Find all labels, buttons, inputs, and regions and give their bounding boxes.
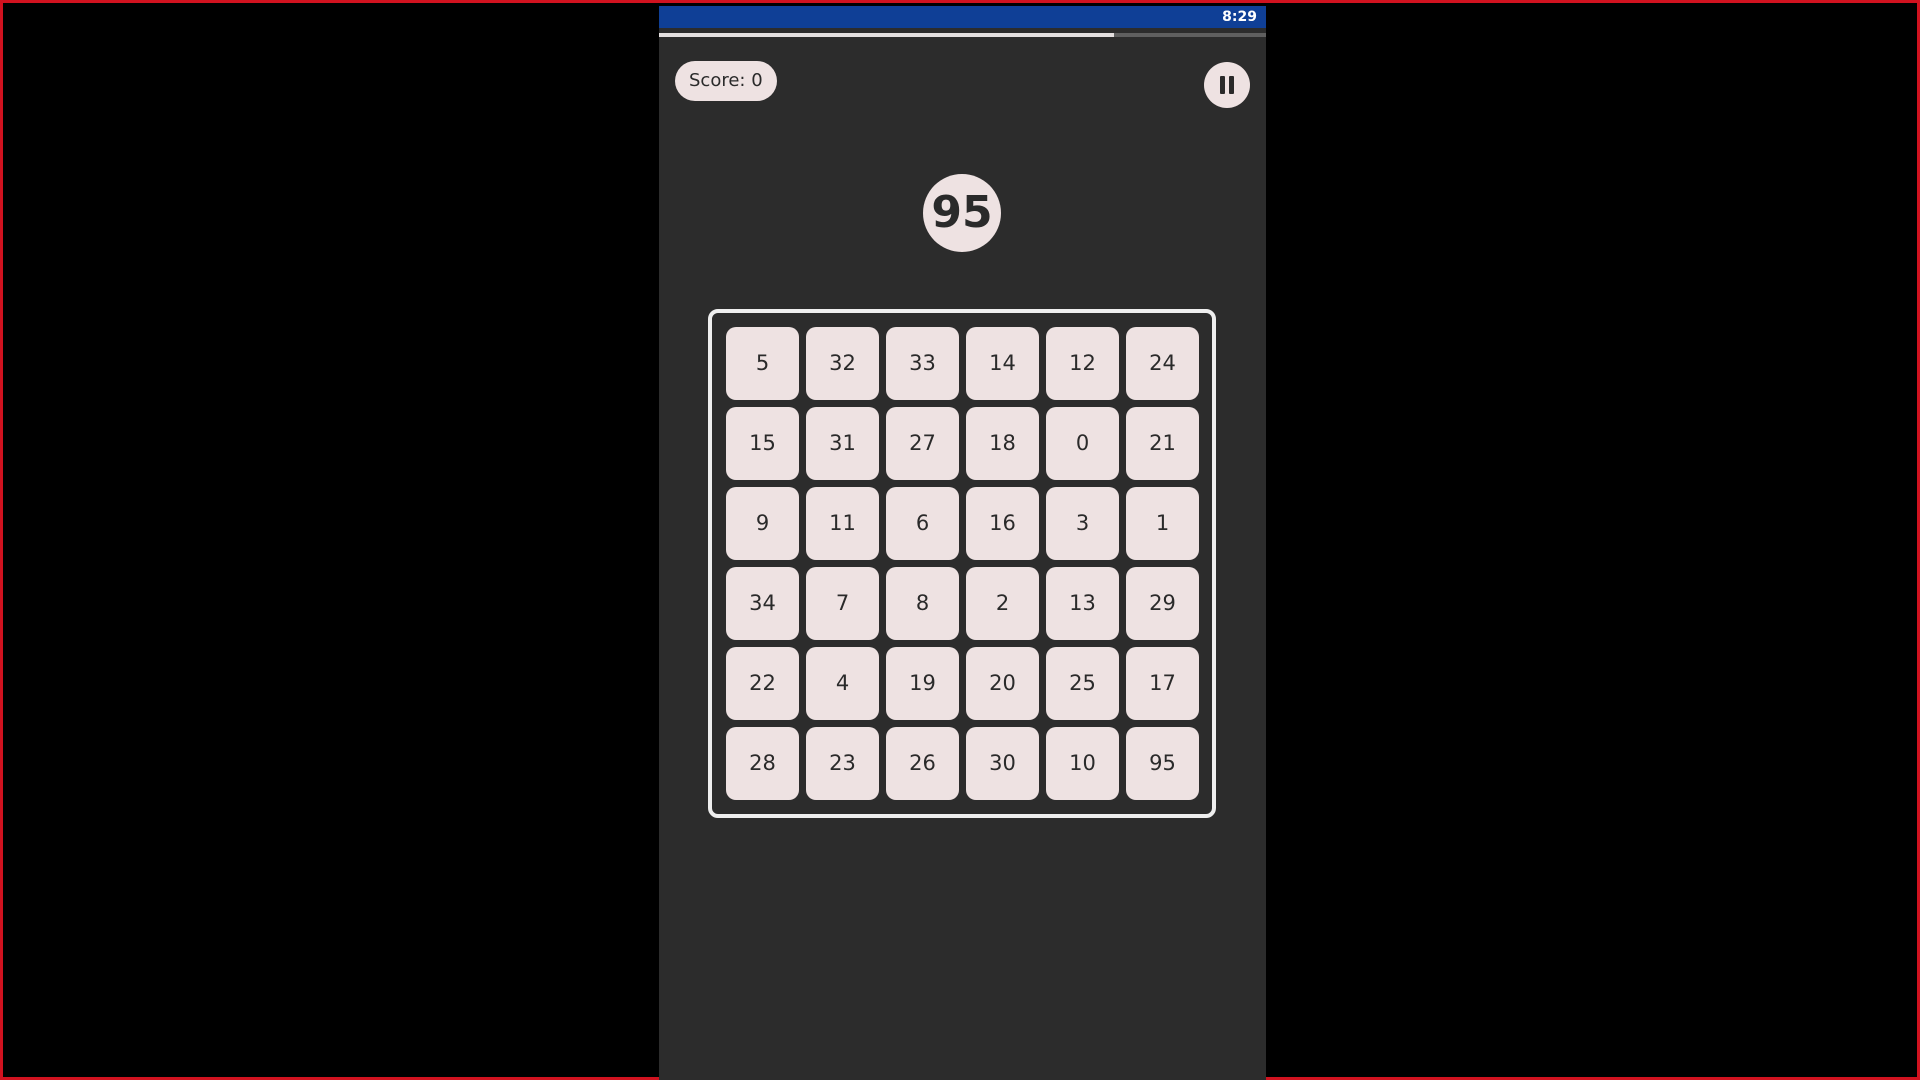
number-tile[interactable]: 11 xyxy=(806,487,879,560)
number-tile[interactable]: 26 xyxy=(886,727,959,800)
screen-frame: 8:29 Score: 0 95 5 32 33 14 12 24 15 31 27 18 0 21 9… xyxy=(0,0,1920,1080)
target-number: 95 xyxy=(923,174,1001,252)
number-tile[interactable]: 16 xyxy=(966,487,1039,560)
number-tile[interactable]: 30 xyxy=(966,727,1039,800)
number-tile[interactable]: 1 xyxy=(1126,487,1199,560)
number-tile[interactable]: 13 xyxy=(1046,567,1119,640)
number-tile[interactable]: 24 xyxy=(1126,327,1199,400)
tile-grid: 5 32 33 14 12 24 15 31 27 18 0 21 9 11 6 16 3 1 34 7 8 2 13 29 2… xyxy=(726,327,1199,800)
number-tile[interactable]: 7 xyxy=(806,567,879,640)
pause-icon xyxy=(1220,76,1234,94)
number-tile[interactable]: 19 xyxy=(886,647,959,720)
score-display: Score: 0 xyxy=(675,61,777,101)
number-board: 5 32 33 14 12 24 15 31 27 18 0 21 9 11 6 16 3 1 34 7 8 2 13 29 2… xyxy=(708,309,1216,818)
number-tile[interactable]: 12 xyxy=(1046,327,1119,400)
number-tile[interactable]: 28 xyxy=(726,727,799,800)
number-tile[interactable]: 3 xyxy=(1046,487,1119,560)
number-tile[interactable]: 10 xyxy=(1046,727,1119,800)
number-tile[interactable]: 32 xyxy=(806,327,879,400)
number-tile[interactable]: 8 xyxy=(886,567,959,640)
number-tile[interactable]: 14 xyxy=(966,327,1039,400)
number-tile[interactable]: 9 xyxy=(726,487,799,560)
number-tile[interactable]: 4 xyxy=(806,647,879,720)
number-tile[interactable]: 95 xyxy=(1126,727,1199,800)
timer-progress-bar xyxy=(659,33,1266,37)
number-tile[interactable]: 5 xyxy=(726,327,799,400)
timer-progress-fill xyxy=(659,33,1115,37)
status-time: 8:29 xyxy=(1222,9,1257,25)
number-tile[interactable]: 15 xyxy=(726,407,799,480)
number-tile[interactable]: 33 xyxy=(886,327,959,400)
number-tile[interactable]: 34 xyxy=(726,567,799,640)
number-tile[interactable]: 0 xyxy=(1046,407,1119,480)
number-tile[interactable]: 21 xyxy=(1126,407,1199,480)
number-tile[interactable]: 23 xyxy=(806,727,879,800)
status-bar: 8:29 xyxy=(659,6,1266,28)
number-tile[interactable]: 2 xyxy=(966,567,1039,640)
number-tile[interactable]: 31 xyxy=(806,407,879,480)
number-tile[interactable]: 27 xyxy=(886,407,959,480)
number-tile[interactable]: 22 xyxy=(726,647,799,720)
number-tile[interactable]: 20 xyxy=(966,647,1039,720)
number-tile[interactable]: 18 xyxy=(966,407,1039,480)
number-tile[interactable]: 25 xyxy=(1046,647,1119,720)
number-tile[interactable]: 29 xyxy=(1126,567,1199,640)
pause-button[interactable] xyxy=(1204,62,1250,108)
game-screen: 8:29 Score: 0 95 5 32 33 14 12 24 15 31 27 18 0 21 9… xyxy=(659,6,1266,1080)
number-tile[interactable]: 17 xyxy=(1126,647,1199,720)
number-tile[interactable]: 6 xyxy=(886,487,959,560)
